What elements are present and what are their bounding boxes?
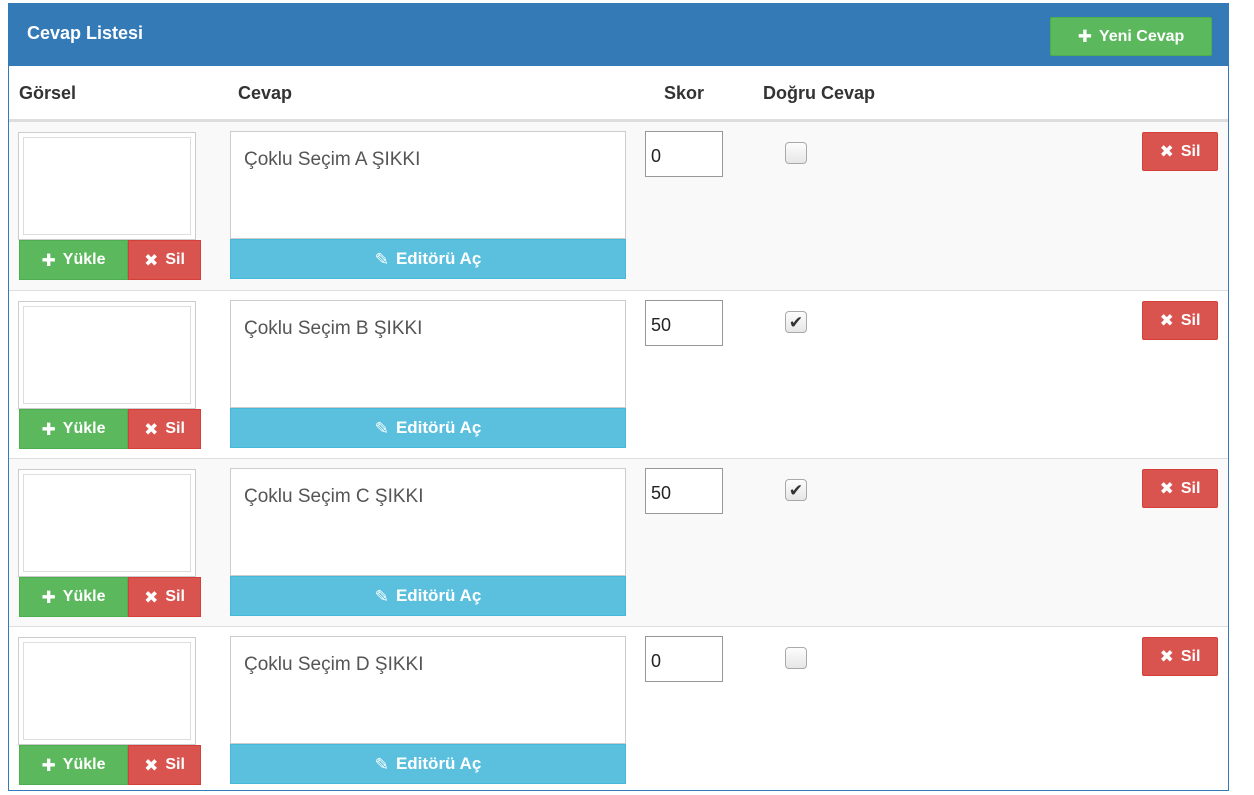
delete-answer-label: Sil bbox=[1180, 311, 1201, 329]
remove-icon: ✖ bbox=[144, 587, 159, 607]
image-preview bbox=[18, 301, 196, 409]
image-placeholder bbox=[23, 137, 191, 235]
answer-text-box[interactable]: Çoklu Seçim A ŞIKKI bbox=[230, 131, 626, 239]
upload-label: Yükle bbox=[62, 420, 106, 437]
column-header-correct: Doğru Cevap bbox=[763, 83, 876, 103]
delete-image-button[interactable]: ✖ Sil bbox=[128, 577, 201, 617]
answer-text-box[interactable]: Çoklu Seçim B ŞIKKI bbox=[230, 300, 626, 408]
remove-icon: ✖ bbox=[144, 419, 159, 439]
answer-list-panel: Cevap Listesi ✚ Yeni Cevap Görsel Cevap … bbox=[8, 3, 1229, 791]
delete-answer-button[interactable]: ✖ Sil bbox=[1142, 469, 1218, 508]
plus-icon: ✚ bbox=[41, 587, 56, 607]
plus-icon: ✚ bbox=[41, 250, 56, 270]
table-row: ✚ Yükle ✖ Sil Çoklu Seçim C ŞIKKI ✎ Edit… bbox=[9, 458, 1228, 627]
remove-icon: ✖ bbox=[1159, 479, 1174, 498]
delete-answer-button[interactable]: ✖ Sil bbox=[1142, 637, 1218, 676]
open-editor-label: Editörü Aç bbox=[395, 586, 482, 605]
table-header: Görsel Cevap Skor Doğru Cevap bbox=[9, 66, 1228, 122]
new-answer-label: Yeni Cevap bbox=[1098, 27, 1185, 45]
remove-icon: ✖ bbox=[1159, 142, 1174, 161]
column-header-score: Skor bbox=[664, 83, 705, 103]
open-editor-button[interactable]: ✎ Editörü Aç bbox=[230, 744, 626, 784]
column-header-answer: Cevap bbox=[238, 83, 293, 103]
new-answer-button[interactable]: ✚ Yeni Cevap bbox=[1050, 17, 1212, 56]
answer-text: Çoklu Seçim B ŞIKKI bbox=[244, 318, 423, 339]
answer-text: Çoklu Seçim A ŞIKKI bbox=[244, 149, 421, 170]
delete-image-button[interactable]: ✖ Sil bbox=[128, 745, 201, 785]
remove-icon: ✖ bbox=[144, 755, 159, 775]
delete-image-button[interactable]: ✖ Sil bbox=[128, 240, 201, 280]
correct-answer-checkbox[interactable]: ✔ bbox=[785, 479, 807, 501]
plus-icon: ✚ bbox=[1077, 27, 1092, 46]
open-editor-label: Editörü Aç bbox=[395, 418, 482, 437]
image-placeholder bbox=[23, 306, 191, 404]
image-preview bbox=[18, 469, 196, 577]
answer-text: Çoklu Seçim D ŞIKKI bbox=[244, 654, 424, 675]
upload-label: Yükle bbox=[62, 588, 106, 605]
pencil-icon: ✎ bbox=[374, 249, 389, 269]
score-input[interactable]: 50 bbox=[645, 468, 723, 514]
open-editor-button[interactable]: ✎ Editörü Aç bbox=[230, 576, 626, 616]
correct-answer-checkbox[interactable] bbox=[785, 142, 807, 164]
correct-answer-checkbox[interactable]: ✔ bbox=[785, 311, 807, 333]
checkmark-icon: ✔ bbox=[788, 312, 804, 332]
image-placeholder bbox=[23, 642, 191, 740]
answer-text: Çoklu Seçim C ŞIKKI bbox=[244, 486, 424, 507]
delete-answer-button[interactable]: ✖ Sil bbox=[1142, 301, 1218, 340]
score-input[interactable]: 50 bbox=[645, 300, 723, 346]
delete-image-label: Sil bbox=[165, 251, 185, 268]
pencil-icon: ✎ bbox=[374, 754, 389, 774]
open-editor-button[interactable]: ✎ Editörü Aç bbox=[230, 239, 626, 279]
remove-icon: ✖ bbox=[1159, 311, 1174, 330]
answer-text-box[interactable]: Çoklu Seçim D ŞIKKI bbox=[230, 636, 626, 744]
pencil-icon: ✎ bbox=[374, 586, 389, 606]
pencil-icon: ✎ bbox=[374, 418, 389, 438]
delete-answer-button[interactable]: ✖ Sil bbox=[1142, 132, 1218, 171]
table-row: ✚ Yükle ✖ Sil Çoklu Seçim B ŞIKKI ✎ Edit… bbox=[9, 290, 1228, 459]
answer-text-box[interactable]: Çoklu Seçim C ŞIKKI bbox=[230, 468, 626, 576]
delete-answer-label: Sil bbox=[1180, 647, 1201, 665]
remove-icon: ✖ bbox=[144, 250, 159, 270]
image-preview bbox=[18, 637, 196, 745]
delete-image-label: Sil bbox=[165, 588, 185, 605]
delete-answer-label: Sil bbox=[1180, 142, 1201, 160]
remove-icon: ✖ bbox=[1159, 647, 1174, 666]
upload-image-button[interactable]: ✚ Yükle bbox=[19, 577, 128, 617]
correct-answer-checkbox[interactable] bbox=[785, 647, 807, 669]
score-input[interactable]: 0 bbox=[645, 636, 723, 682]
image-preview bbox=[18, 132, 196, 240]
open-editor-label: Editörü Aç bbox=[395, 754, 482, 773]
delete-image-label: Sil bbox=[165, 756, 185, 773]
checkmark-icon: ✔ bbox=[788, 480, 804, 500]
delete-answer-label: Sil bbox=[1180, 479, 1201, 497]
plus-icon: ✚ bbox=[41, 419, 56, 439]
upload-label: Yükle bbox=[62, 251, 106, 268]
upload-image-button[interactable]: ✚ Yükle bbox=[19, 409, 128, 449]
image-placeholder bbox=[23, 474, 191, 572]
score-input[interactable]: 0 bbox=[645, 131, 723, 177]
upload-label: Yükle bbox=[62, 756, 106, 773]
upload-image-button[interactable]: ✚ Yükle bbox=[19, 240, 128, 280]
delete-image-label: Sil bbox=[165, 420, 185, 437]
open-editor-label: Editörü Aç bbox=[395, 249, 482, 268]
plus-icon: ✚ bbox=[41, 755, 56, 775]
panel-title: Cevap Listesi bbox=[27, 23, 144, 43]
upload-image-button[interactable]: ✚ Yükle bbox=[19, 745, 128, 785]
delete-image-button[interactable]: ✖ Sil bbox=[128, 409, 201, 449]
table-row: ✚ Yükle ✖ Sil Çoklu Seçim A ŞIKKI ✎ Edit… bbox=[9, 122, 1228, 290]
column-header-image: Görsel bbox=[19, 83, 77, 103]
table-row: ✚ Yükle ✖ Sil Çoklu Seçim D ŞIKKI ✎ Edit… bbox=[9, 626, 1228, 795]
panel-heading: Cevap Listesi ✚ Yeni Cevap bbox=[9, 4, 1228, 66]
open-editor-button[interactable]: ✎ Editörü Aç bbox=[230, 408, 626, 448]
